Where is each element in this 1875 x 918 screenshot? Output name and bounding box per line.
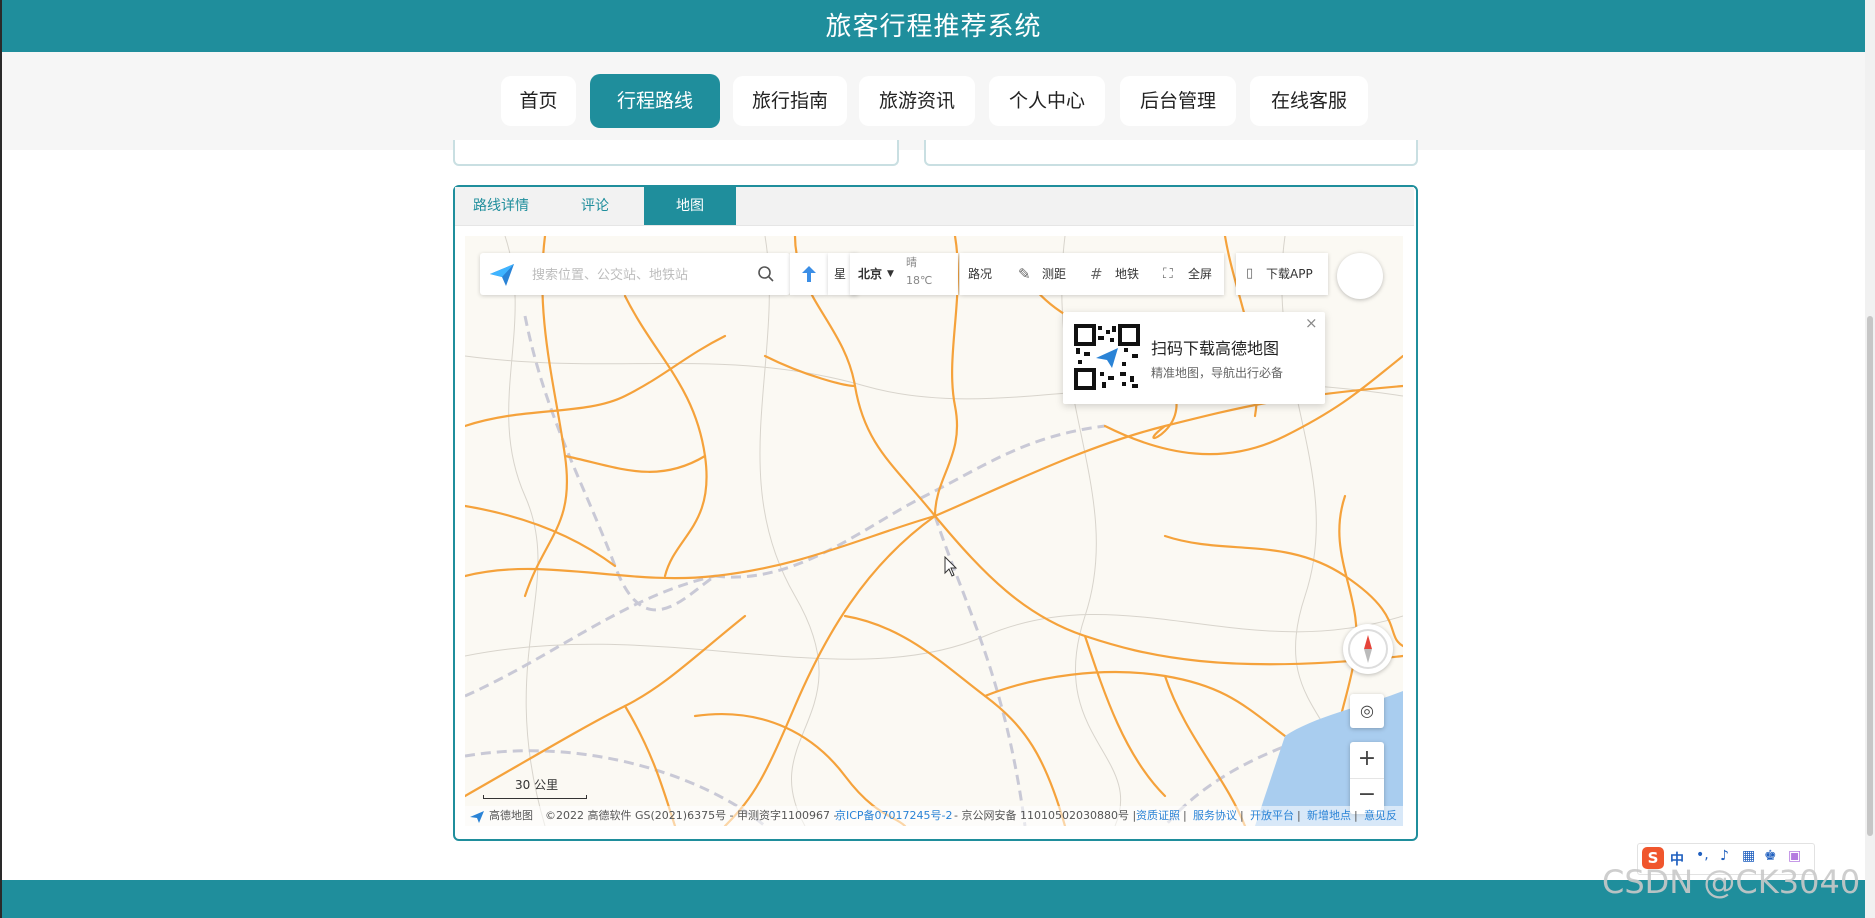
- microphone-icon[interactable]: ♪: [1720, 848, 1729, 864]
- open-platform-link[interactable]: 开放平台: [1250, 806, 1294, 826]
- nav-travel-news[interactable]: 旅游资讯: [859, 76, 975, 126]
- locate-button[interactable]: ◎: [1350, 694, 1384, 728]
- qr-title: 扫码下载高德地图: [1151, 339, 1280, 358]
- info-card-left: [453, 140, 899, 166]
- nav-admin[interactable]: 后台管理: [1120, 76, 1236, 126]
- nav-personal-center[interactable]: 个人中心: [989, 76, 1105, 126]
- separator: |: [1183, 809, 1187, 822]
- nav-online-service[interactable]: 在线客服: [1250, 76, 1368, 126]
- qr-subtitle: 精准地图，导航出行必备: [1151, 366, 1284, 380]
- tab-comments[interactable]: 评论: [553, 187, 637, 225]
- amap-small-logo-icon: [470, 811, 484, 823]
- scrollbar-thumb[interactable]: [1867, 316, 1873, 836]
- close-icon[interactable]: ×: [1305, 314, 1318, 332]
- locate-icon: ◎: [1360, 701, 1374, 720]
- footer: [2, 880, 1865, 918]
- nav-travel-guide[interactable]: 旅行指南: [733, 76, 847, 126]
- info-card-right: [924, 140, 1418, 166]
- separator: |: [1354, 809, 1358, 822]
- map-attribution: 高德地图 ©2022 高德软件 GS(2021)6375号 - 甲测资字1100…: [465, 806, 1403, 826]
- qr-code-icon: [1074, 324, 1140, 390]
- map-search-input[interactable]: [530, 262, 754, 288]
- copyright-text: ©2022 高德软件 GS(2021)6375号 - 甲测资字1100967 -: [545, 809, 838, 822]
- scale-bar: [483, 795, 587, 799]
- amap-logo-icon: [490, 264, 514, 286]
- zoom-control: + −: [1350, 742, 1384, 814]
- map-scale: 30 公里: [483, 776, 588, 802]
- tab-map[interactable]: 地图: [644, 187, 736, 225]
- zoom-in-button[interactable]: +: [1350, 742, 1384, 779]
- toolbox-icon[interactable]: ▣: [1788, 848, 1801, 864]
- nav-routes[interactable]: 行程路线: [590, 74, 720, 128]
- direction-button[interactable]: [790, 253, 828, 295]
- service-agreement-link[interactable]: 服务协议: [1193, 806, 1237, 826]
- ruler-button[interactable]: 测距: [1042, 253, 1066, 295]
- map-toolbar: 路况 ✎ 测距 # 地铁 ⛶ 全屏: [960, 253, 1224, 295]
- qualification-link[interactable]: 资质证照: [1136, 806, 1180, 826]
- city-weather-widget[interactable]: 北京 ▼ 晴 18℃: [850, 253, 958, 295]
- nav-home[interactable]: 首页: [501, 76, 576, 126]
- feedback-link[interactable]: 意见反: [1364, 806, 1397, 826]
- search-icon[interactable]: [757, 265, 775, 283]
- subway-icon: #: [1090, 265, 1103, 283]
- download-app-button[interactable]: ▯ 下载APP: [1236, 253, 1328, 295]
- route-arrow-icon: [802, 266, 816, 282]
- qr-download-popup: 扫码下载高德地图 精准地图，导航出行必备 ×: [1063, 312, 1325, 404]
- keyboard-icon[interactable]: ▦: [1742, 848, 1755, 864]
- download-app-label: 下载APP: [1266, 267, 1313, 281]
- star-label: 星: [834, 267, 847, 281]
- skin-icon[interactable]: ♚: [1764, 848, 1777, 864]
- tab-route-details[interactable]: 路线详情: [455, 187, 547, 225]
- add-place-link[interactable]: 新增地点: [1307, 806, 1351, 826]
- phone-icon: ▯: [1246, 266, 1254, 281]
- user-avatar-button[interactable]: [1337, 253, 1383, 299]
- compass-control[interactable]: [1343, 624, 1393, 674]
- city-label: 北京: [858, 267, 883, 281]
- icp-link[interactable]: 京ICP备07017245号-2: [835, 806, 953, 826]
- temperature-label: 18℃: [906, 274, 933, 287]
- ruler-icon: ✎: [1018, 265, 1031, 283]
- separator: |: [1297, 809, 1301, 822]
- subway-button[interactable]: 地铁: [1115, 253, 1139, 295]
- mouse-cursor-icon: [944, 556, 958, 577]
- punctuation-icon[interactable]: •,: [1696, 847, 1709, 863]
- traffic-button[interactable]: 路况: [968, 253, 992, 295]
- separator: |: [1240, 809, 1244, 822]
- scale-label: 30 公里: [515, 778, 559, 792]
- watermark: CSDN @CK3040: [1602, 863, 1861, 901]
- police-record-text: - 京公网安备 11010502030880号 |: [954, 809, 1137, 822]
- chevron-down-icon: ▼: [887, 269, 894, 279]
- app-title: 旅客行程推荐系统: [2, 0, 1865, 52]
- fullscreen-button[interactable]: 全屏: [1188, 253, 1212, 295]
- compass-icon: [1348, 629, 1388, 669]
- fullscreen-icon: ⛶: [1163, 266, 1173, 282]
- amap-logo-text: 高德地图: [489, 809, 533, 822]
